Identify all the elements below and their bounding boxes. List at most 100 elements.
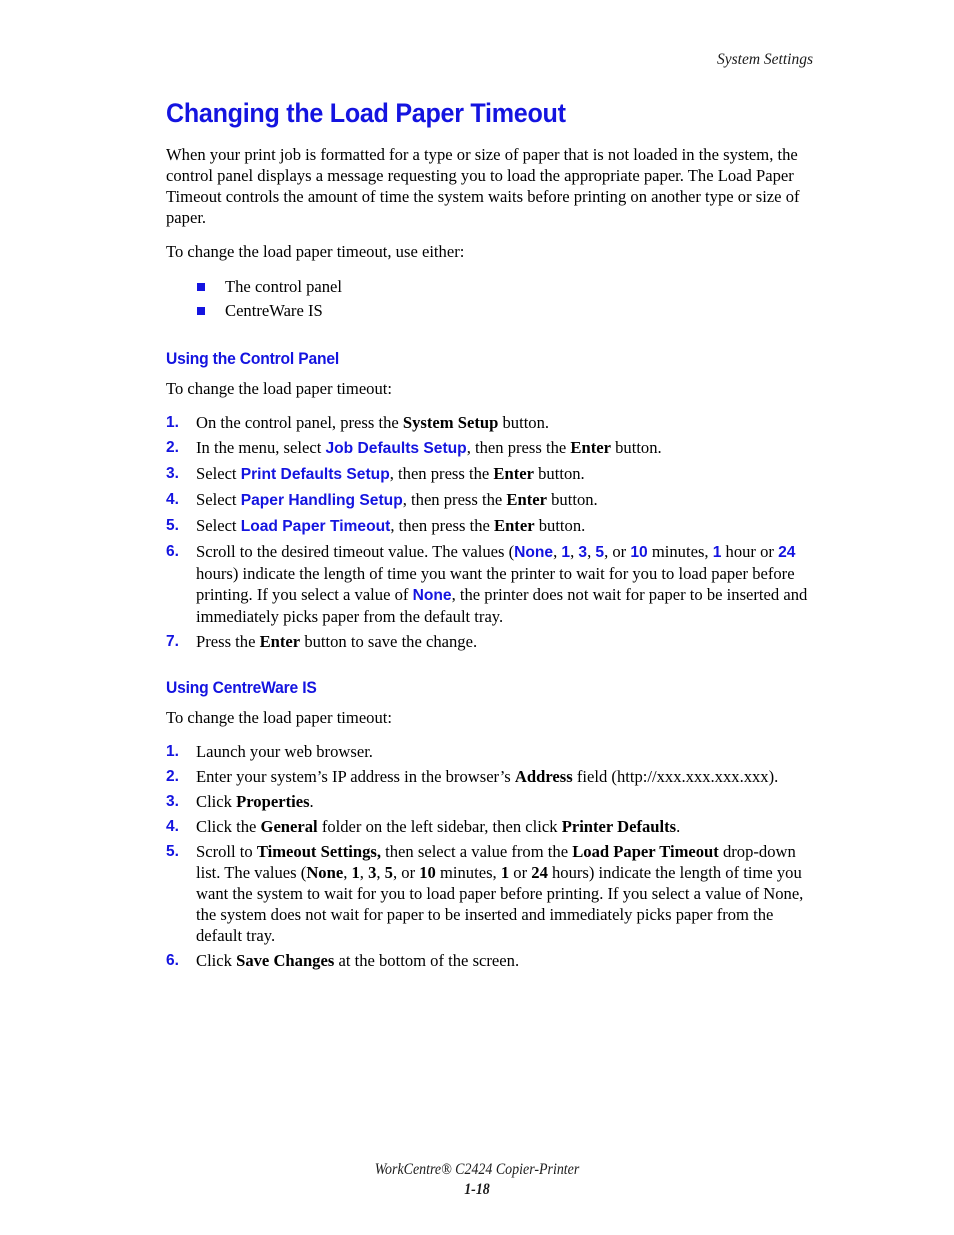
ui-term: None (514, 544, 554, 561)
square-bullet-icon (197, 307, 205, 315)
step-number: 2. (166, 768, 179, 785)
emphasis-term: 1 (500, 863, 510, 882)
intro-paragraph-1: When your print job is formatted for a t… (166, 145, 800, 227)
emphasis-term: None (306, 863, 344, 882)
list-item-label: CentreWare IS (225, 301, 323, 320)
text-run: . (309, 792, 314, 811)
step-number: 6. (166, 952, 179, 969)
text-run: , or (392, 863, 420, 882)
numbered-step: 2. In the menu, select Job Defaults Setup… (166, 437, 814, 459)
text-run: , (376, 863, 385, 882)
step-text: Scroll to Timeout Settings, then select … (196, 841, 814, 946)
text-run: , or (604, 542, 631, 561)
step-number: 3. (166, 793, 179, 810)
emphasis-term: Properties (236, 792, 310, 811)
numbered-step: 5. Scroll to Timeout Settings, then selec… (166, 841, 814, 946)
step-number: 6. (166, 543, 179, 560)
text-run: Click the (196, 817, 261, 836)
text-run: field (http://xxx.xxx.xxx.xxx). (572, 767, 779, 786)
text-run: . (676, 817, 681, 836)
text-run: button. (546, 490, 598, 509)
step-text: Select Load Paper Timeout, then press th… (196, 515, 814, 537)
text-run: button. (533, 464, 585, 483)
list-item: The control panel (166, 275, 814, 299)
footer-product-name: WorkCentre® C2424 Copier-Printer (374, 1161, 580, 1178)
text-run: Scroll to the desired timeout value. The… (196, 542, 515, 561)
text-run: hour or (721, 542, 779, 561)
centreware-steps: 1. Launch your web browser. 2. Enter your s… (166, 741, 814, 971)
ui-term: None (412, 587, 452, 604)
numbered-step: 4. Select Paper Handling Setup, then pres… (166, 489, 814, 511)
text-run: at the bottom of the screen. (334, 951, 520, 970)
control-panel-steps: 1. On the control panel, press the System… (166, 412, 814, 652)
text-run: button. (610, 438, 662, 457)
numbered-step: 4. Click the General folder on the left s… (166, 816, 814, 837)
step-number: 2. (166, 439, 179, 456)
ui-term: Paper Handling Setup (240, 492, 403, 509)
step-text: In the menu, select Job Defaults Setup, … (196, 437, 814, 459)
text-run: Click (196, 792, 237, 811)
numbered-step: 7. Press the Enter button to save the cha… (166, 631, 814, 652)
numbered-step: 3. Select Print Defaults Setup, then pres… (166, 463, 814, 485)
emphasis-term: Timeout Settings, (256, 842, 381, 861)
document-page: System Settings Changing the Load Paper … (0, 0, 954, 1235)
emphasis-term: Enter (493, 464, 534, 483)
text-run: folder on the left sidebar, then click (317, 817, 562, 836)
text-run: , then press the (402, 490, 507, 509)
text-run: minutes, (435, 863, 501, 882)
step-number: 4. (166, 491, 179, 508)
text-run: Select (196, 516, 241, 535)
text-run: On the control panel, press the (196, 413, 403, 432)
section-heading-control-panel: Using the Control Panel (166, 349, 340, 368)
step-number: 1. (166, 743, 179, 760)
text-run: then select a value from the (381, 842, 573, 861)
text-run: button. (498, 413, 550, 432)
numbered-step: 5. Select Load Paper Timeout, then press … (166, 515, 814, 537)
emphasis-term: Enter (570, 438, 611, 457)
ui-term: 1 (561, 544, 571, 561)
ui-term: 5 (595, 544, 605, 561)
ui-term: 10 (630, 544, 648, 561)
numbered-step: 3. Click Properties. (166, 791, 814, 812)
ui-term: Load Paper Timeout (240, 518, 391, 535)
emphasis-term: Printer Defaults (561, 817, 677, 836)
emphasis-term: Enter (494, 516, 535, 535)
step-text: Press the Enter button to save the chang… (196, 631, 814, 652)
step-text: Enter your system’s IP address in the br… (196, 766, 814, 787)
emphasis-term: 5 (384, 863, 393, 882)
text-run: Select (196, 490, 241, 509)
step-number: 3. (166, 465, 179, 482)
text-run: In the menu, select (196, 438, 326, 457)
list-item-label: The control panel (225, 277, 343, 296)
text-run: , then press the (389, 464, 494, 483)
list-item: CentreWare IS (166, 299, 814, 323)
page-content: Changing the Load Paper Timeout When you… (166, 98, 814, 975)
emphasis-term: Enter (506, 490, 547, 509)
step-number: 4. (166, 818, 179, 835)
step-text: Click Save Changes at the bottom of the … (196, 950, 814, 971)
emphasis-term: System Setup (402, 413, 499, 432)
ui-term: Job Defaults Setup (325, 440, 467, 457)
step-text: Launch your web browser. (196, 741, 814, 762)
text-run: , then press the (390, 516, 495, 535)
text-run: Select (196, 464, 241, 483)
step-text: Select Paper Handling Setup, then press … (196, 489, 814, 511)
page-footer: WorkCentre® C2424 Copier-Printer 1-18 (0, 1160, 954, 1200)
emphasis-term: Enter (259, 632, 301, 651)
emphasis-term: Load Paper Timeout (572, 842, 719, 861)
running-header: System Settings (717, 51, 813, 68)
numbered-step: 1. Launch your web browser. (166, 741, 814, 762)
numbered-step: 6. Scroll to the desired timeout value. T… (166, 541, 814, 627)
step-text: On the control panel, press the System S… (196, 412, 814, 433)
text-run: or (509, 863, 532, 882)
ui-term: 24 (778, 544, 796, 561)
ui-term: Print Defaults Setup (240, 466, 390, 483)
text-run: minutes, (647, 542, 713, 561)
step-text: Click the General folder on the left sid… (196, 816, 814, 837)
text-run: Launch your web browser. (196, 742, 373, 761)
step-text: Select Print Defaults Setup, then press … (196, 463, 814, 485)
numbered-step: 6. Click Save Changes at the bottom of th… (166, 950, 814, 971)
emphasis-term: Address (514, 767, 573, 786)
emphasis-term: 24 (531, 863, 548, 882)
step-text: Scroll to the desired timeout value. The… (196, 541, 814, 627)
